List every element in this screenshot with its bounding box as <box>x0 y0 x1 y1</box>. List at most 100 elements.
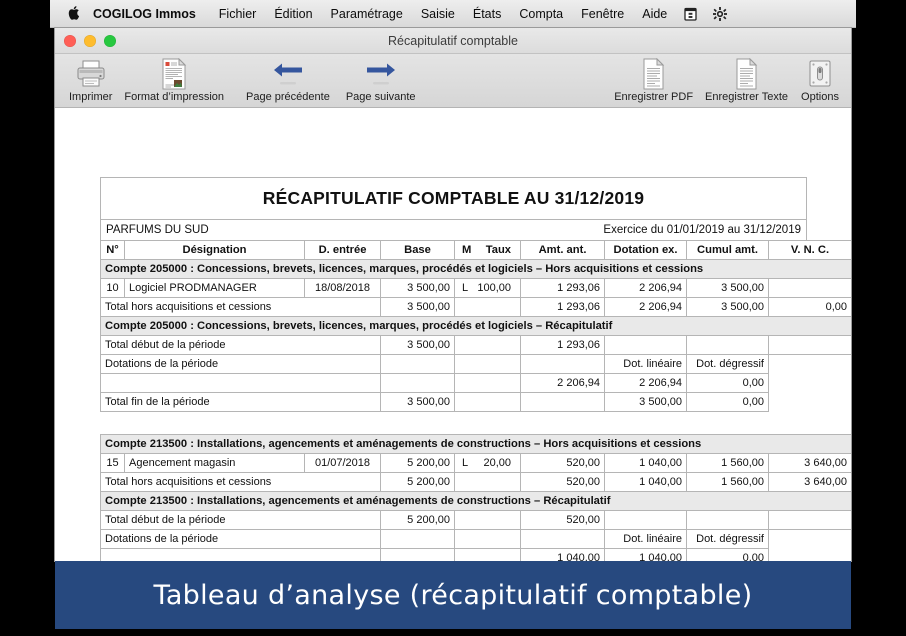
cell-dot-degressif: 0,00 <box>686 373 769 393</box>
cell-cumul: 1 560,00 <box>686 453 769 473</box>
options-switch-icon <box>806 57 834 90</box>
recap-header-row: Compte 205000 : Concessions, brevets, li… <box>100 316 851 336</box>
cell-vnc <box>768 278 851 298</box>
table-row: 10 Logiciel PRODMANAGER 18/08/2018 3 500… <box>100 278 851 298</box>
cell-empty <box>380 354 455 374</box>
report-table-block-2: Compte 213500 : Installations, agencemen… <box>100 434 851 561</box>
col-header-cumul-amt: Cumul amt. <box>686 240 769 260</box>
menu-item-compta[interactable]: Compta <box>510 0 572 28</box>
cell-debut-amt-ant: 1 293,06 <box>520 335 605 355</box>
col-header-num: N° <box>100 240 125 260</box>
cell-base: 5 200,00 <box>380 472 455 492</box>
cell-cumul: 3 500,00 <box>686 278 769 298</box>
cell-empty <box>454 548 521 561</box>
menu-item-fichier[interactable]: Fichier <box>210 0 266 28</box>
previous-page-button[interactable]: Page précédente <box>230 54 336 103</box>
save-text-button[interactable]: Enregistrer Texte <box>699 54 794 103</box>
cell-cumul: 3 500,00 <box>686 297 769 317</box>
menu-item-fenetre[interactable]: Fenêtre <box>572 0 633 28</box>
menu-item-aide[interactable]: Aide <box>633 0 676 28</box>
cell-base: 3 500,00 <box>380 297 455 317</box>
print-button[interactable]: Imprimer <box>63 54 118 103</box>
section-header-row: Compte 213500 : Installations, agencemen… <box>100 434 851 454</box>
cell-dot-degressif: 0,00 <box>686 548 769 561</box>
col-header-m: M <box>462 244 472 256</box>
table-row-total: Total hors acquisitions et cessions 3 50… <box>100 297 851 317</box>
cell-date-entree: 01/07/2018 <box>304 453 381 473</box>
cell-fin-label: Total fin de la période <box>100 392 381 412</box>
toolbar-right-group: Enregistrer PDF Enregistrer Texte Option… <box>608 54 846 103</box>
recap-row-debut: Total début de la période 3 500,00 1 293… <box>100 335 851 355</box>
col-header-designation: Désignation <box>124 240 305 260</box>
cell-fin-vnc: 0,00 <box>686 392 769 412</box>
col-header-m-taux: M Taux <box>454 240 521 260</box>
page-setup-button-label: Format d’impression <box>124 91 225 103</box>
col-header-vnc: V. N. C. <box>768 240 851 260</box>
menu-item-etats[interactable]: États <box>464 0 511 28</box>
cell-empty <box>100 548 381 561</box>
cell-cumul: 1 560,00 <box>686 472 769 492</box>
cell-empty <box>454 335 521 355</box>
cell-vnc: 3 640,00 <box>768 453 851 473</box>
cell-total-label: Total hors acquisitions et cessions <box>100 472 381 492</box>
cell-m: L <box>462 457 469 469</box>
cell-empty <box>768 335 851 355</box>
cell-dotation: 2 206,94 <box>604 297 687 317</box>
cell-amt-ant: 520,00 <box>520 472 605 492</box>
cell-vnc: 0,00 <box>768 297 851 317</box>
cell-dot-amt-ant: 2 206,94 <box>520 373 605 393</box>
cell-amt-ant: 1 293,06 <box>520 297 605 317</box>
section-header-row: Compte 205000 : Concessions, brevets, li… <box>100 259 851 279</box>
table-header-row: N° Désignation D. entrée Base M Taux Amt… <box>100 240 851 260</box>
cell-empty <box>454 529 521 549</box>
cell-empty <box>686 510 769 530</box>
next-page-button[interactable]: Page suivante <box>336 54 422 103</box>
cell-dot-degressif-label: Dot. dégressif <box>686 529 769 549</box>
cell-empty <box>520 529 605 549</box>
cell-base: 3 500,00 <box>380 278 455 298</box>
cell-designation: Logiciel PRODMANAGER <box>124 278 305 298</box>
options-button-label: Options <box>801 91 839 103</box>
cell-debut-label: Total début de la période <box>100 335 381 355</box>
report-table-block-1: N° Désignation D. entrée Base M Taux Amt… <box>100 240 851 412</box>
section-header-label: Compte 205000 : Concessions, brevets, li… <box>100 259 851 279</box>
menu-item-edition[interactable]: Édition <box>265 0 321 28</box>
table-row: 15 Agencement magasin 01/07/2018 5 200,0… <box>100 453 851 473</box>
previous-page-button-label: Page précédente <box>246 91 330 103</box>
caption-banner: Tableau d’analyse (récapitulatif comptab… <box>55 561 851 629</box>
cell-empty <box>768 510 851 530</box>
recap-row-debut: Total début de la période 5 200,00 520,0… <box>100 510 851 530</box>
save-pdf-button-label: Enregistrer PDF <box>614 91 694 103</box>
gear-icon[interactable] <box>705 6 735 21</box>
options-button[interactable]: Options <box>794 54 846 103</box>
window-toolbar: Imprimer Format d’impression Page précéd… <box>55 54 851 108</box>
col-header-amt-ant: Amt. ant. <box>520 240 605 260</box>
document-canvas[interactable]: RÉCAPITULATIF COMPTABLE AU 31/12/2019 PA… <box>55 109 851 561</box>
cell-num: 10 <box>100 278 125 298</box>
recap-header-row: Compte 213500 : Installations, agencemen… <box>100 491 851 511</box>
recap-row-dotations-values: 1 040,00 1 040,00 0,00 <box>100 548 852 561</box>
menu-bar: COGILOG Immos Fichier Édition Paramétrag… <box>50 0 856 28</box>
cell-designation: Agencement magasin <box>124 453 305 473</box>
cell-empty <box>454 392 521 412</box>
cell-empty <box>604 510 687 530</box>
cell-dot-lineaire: 2 206,94 <box>604 373 687 393</box>
menu-item-parametrage[interactable]: Paramétrage <box>322 0 412 28</box>
cell-empty <box>380 548 455 561</box>
page-title: RÉCAPITULATIF COMPTABLE AU 31/12/2019 <box>262 188 645 208</box>
apple-logo-icon[interactable] <box>50 5 93 22</box>
cell-fin-base: 3 500,00 <box>380 392 455 412</box>
cell-dot-lineaire: 1 040,00 <box>604 548 687 561</box>
cell-m-taux <box>454 472 521 492</box>
page-setup-button[interactable]: Format d’impression <box>118 54 230 103</box>
menu-app-name[interactable]: COGILOG Immos <box>93 0 210 28</box>
table-block-spacer <box>100 412 807 434</box>
menu-item-saisie[interactable]: Saisie <box>412 0 464 28</box>
recap-row-fin: Total fin de la période 3 500,00 3 500,0… <box>100 392 852 412</box>
calendar-icon[interactable] <box>676 7 705 21</box>
save-pdf-button[interactable]: Enregistrer PDF <box>608 54 699 103</box>
cell-dot-lineaire-label: Dot. linéaire <box>604 529 687 549</box>
toolbar-left-group: Imprimer Format d’impression Page précéd… <box>63 54 422 103</box>
cell-dotation: 1 040,00 <box>604 472 687 492</box>
cell-empty <box>454 373 521 393</box>
